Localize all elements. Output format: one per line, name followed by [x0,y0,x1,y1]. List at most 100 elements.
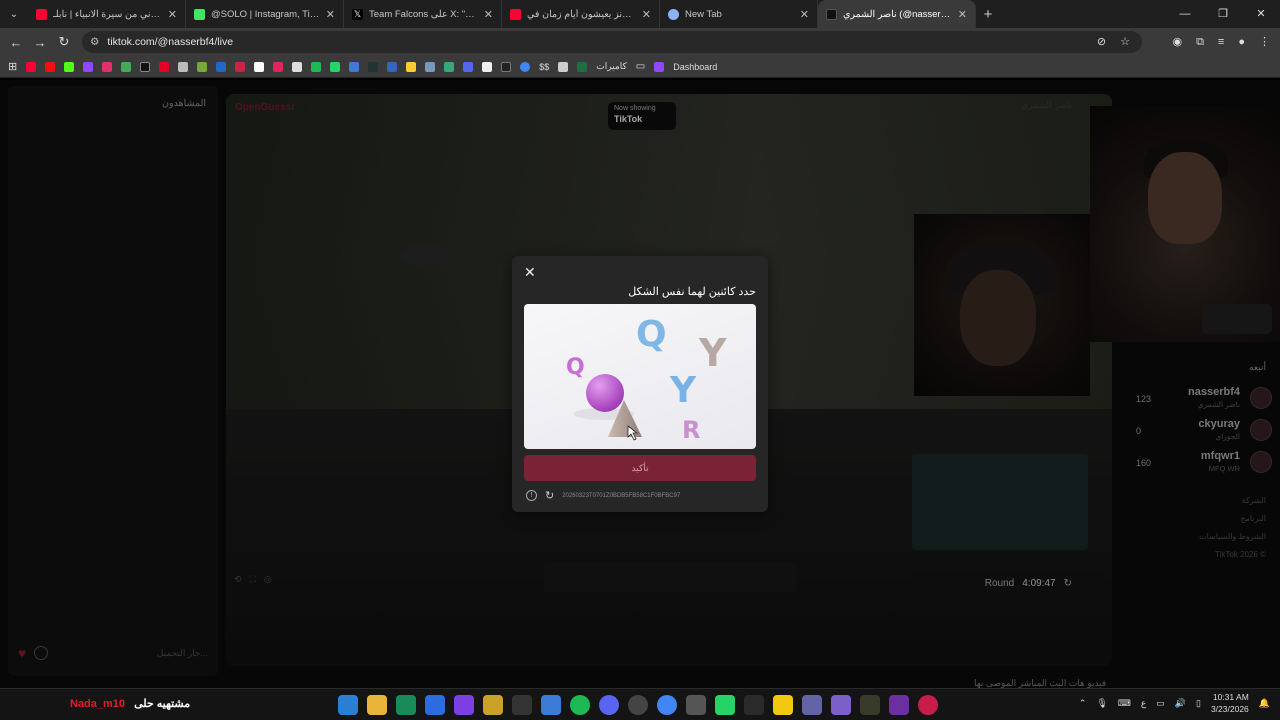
bookmark-teal-icon[interactable] [444,61,455,72]
new-tab-button[interactable]: + [976,6,1000,23]
leaderboard-row[interactable]: 123 nasserbf4 ناصر الشمري [1112,384,1280,414]
app-icon-8[interactable] [889,695,909,715]
confirm-button[interactable]: تأكيد [524,455,756,481]
app-icon-4k[interactable] [512,695,532,715]
language-indicator[interactable]: ع [1141,698,1146,709]
bookmark-label-dollars[interactable]: $$ [539,62,549,72]
bookmark-google-icon[interactable] [520,61,531,72]
bookmark-label-dashboard[interactable]: Dashboard [673,62,717,72]
guess-map[interactable] [912,454,1088,550]
bookmark-pink-icon[interactable] [273,61,284,72]
bookmark-whatsapp-icon[interactable] [330,61,341,72]
close-tab-icon[interactable]: ✕ [958,8,967,21]
spotify-icon[interactable] [570,695,590,715]
site-info-icon[interactable]: ⚙ [90,36,99,48]
apps-grid-icon[interactable]: ⊞ [8,60,17,73]
bookmark-spotify-icon[interactable] [311,61,322,72]
bookmark-dashboard-icon[interactable] [654,61,665,72]
discord-ext-icon[interactable]: ◉ [1172,31,1182,53]
forward-icon[interactable]: → [28,35,52,50]
avatar[interactable] [1250,419,1272,441]
obs-icon[interactable] [628,695,648,715]
teams-icon[interactable] [802,695,822,715]
bookmark-label-cameras[interactable]: كاميرات [596,61,627,72]
link-terms[interactable]: الشروط والسياسات [1199,528,1266,546]
leaderboard-row[interactable]: 0 ckyuray الجوراي [1112,416,1280,446]
close-tab-icon[interactable]: ✕ [800,8,809,21]
browser-tab-2[interactable]: @SOLO | Instagram, TikTok | Lin ✕ [186,0,344,28]
bookmark-slate-icon[interactable] [425,61,436,72]
reading-list-icon[interactable]: ≡ [1218,31,1224,53]
minimize-button[interactable]: — [1166,0,1204,28]
reload-icon[interactable]: ↻ [52,34,76,50]
back-icon[interactable]: ← [4,35,28,50]
battery-icon[interactable]: ▯ [1196,698,1201,709]
browser-tab-1[interactable]: الجزء الثاني من سيرة الانبياء | نابلـ ✕ [28,0,186,28]
close-tab-icon[interactable]: ✕ [642,8,651,21]
refresh-icon[interactable]: ↻ [1064,578,1072,589]
bookmark-navy-icon[interactable] [387,61,398,72]
bookmark-olive-icon[interactable] [197,61,208,72]
mic-icon[interactable]: 🎙 [1096,698,1107,709]
close-tab-icon[interactable]: ✕ [326,8,335,21]
app-icon-2[interactable] [425,695,445,715]
chat-input[interactable]: جار التحميل... [157,648,208,659]
bookmark-b-icon[interactable] [501,61,512,72]
compass-icon[interactable]: ◎ [264,574,272,585]
bookmark-green-icon[interactable] [121,61,132,72]
browser-tab-3[interactable]: 𝕏 Team Falcons على X: "اليوتيوب ✕ [344,0,502,28]
url-field[interactable]: ⚙ tiktok.com/@nasserbf4/live [82,31,1142,53]
browser-tab-4[interactable]: فالكونز يعيشون أيام زمان في ✕ [502,0,660,28]
notification-icon[interactable]: 🔔 [1259,698,1270,709]
close-icon[interactable]: ✕ [524,264,536,281]
bookmark-excel-icon[interactable] [577,61,588,72]
chrome-taskbar-icon[interactable] [657,695,677,715]
file-explorer-icon[interactable] [367,695,387,715]
avatar[interactable] [1250,387,1272,409]
sticky-notes-icon[interactable] [773,695,793,715]
emoji-icon[interactable] [34,646,49,660]
eye-off-icon[interactable]: ⊘ [1097,31,1106,53]
app-icon-4[interactable] [483,695,503,715]
app-icon-6[interactable] [831,695,851,715]
bookmark-white-icon[interactable] [254,61,265,72]
opera-icon[interactable] [918,695,938,715]
close-tab-icon[interactable]: ✕ [484,8,493,21]
bookmark-x-icon[interactable] [140,61,151,72]
info-icon[interactable]: ! [526,490,537,501]
whatsapp-icon[interactable] [715,695,735,715]
close-window-button[interactable]: ✕ [1242,0,1280,28]
app-icon-7[interactable] [860,695,880,715]
leaderboard-row[interactable]: 160 mfqwr1 MFQ WR [1112,448,1280,478]
bookmark-blue-icon[interactable] [216,61,227,72]
bookmark-pale-icon[interactable] [482,61,493,72]
bookmark-yellow-icon[interactable] [406,61,417,72]
bookmark-page-icon[interactable] [558,61,569,72]
guess-button[interactable] [544,562,796,592]
extensions-icon[interactable]: ⧉ [1196,31,1204,53]
captcha-image[interactable]: Q Q Y Y R [524,304,756,449]
bookmark-twitch-icon[interactable] [83,61,94,72]
close-tab-icon[interactable]: ✕ [168,8,177,21]
network-icon[interactable]: ▭ [1156,698,1165,709]
link-program[interactable]: البرنامج [1199,510,1266,528]
volume-icon[interactable]: 🔊 [1175,698,1186,709]
avatar[interactable] [1250,451,1272,473]
bookmark-grey-icon[interactable] [178,61,189,72]
clock[interactable]: 10:31 AM 3/23/2026 [1211,691,1249,715]
folder-icon[interactable]: ▭ [636,61,645,72]
bookmark-youtube-icon[interactable] [26,61,37,72]
app-icon-5[interactable] [744,695,764,715]
menu-icon[interactable]: ⋮ [1259,31,1270,53]
bookmark-violet-icon[interactable] [463,61,474,72]
bookmark-star-icon[interactable]: ☆ [1120,31,1130,53]
browser-tab-5[interactable]: New Tab ✕ [660,0,818,28]
tray-chevron-icon[interactable]: ⌃ [1079,698,1087,709]
discord-icon[interactable] [599,695,619,715]
tab-search-button[interactable]: ⌄ [0,0,28,28]
heart-icon[interactable]: ♥ [18,645,26,661]
restore-button[interactable]: ❐ [1204,0,1242,28]
profile-icon[interactable]: ● [1238,31,1245,53]
app-icon-shield[interactable] [541,695,561,715]
app-icon-x[interactable] [686,695,706,715]
